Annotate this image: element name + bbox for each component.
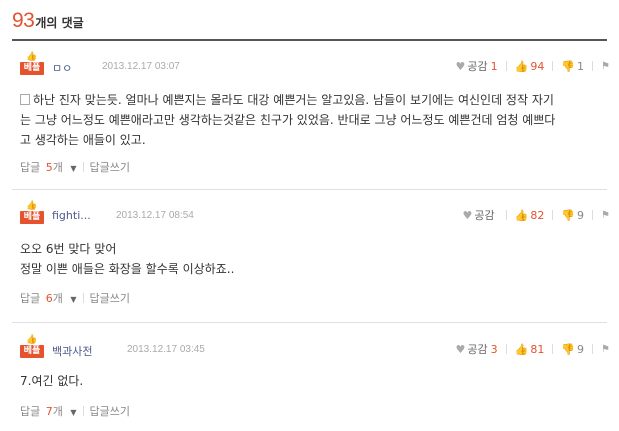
- comment-actions: ♥ 공감 3 👍 81 👎 9 ⚑: [456, 341, 611, 357]
- caret-down-icon: ▼: [70, 408, 77, 417]
- like-button[interactable]: 👍 81: [515, 343, 545, 356]
- footer-divider: [82, 162, 84, 172]
- report-icon[interactable]: ⚑: [601, 210, 610, 221]
- action-divider: [505, 344, 507, 354]
- comments-header: 93 개의 댓글: [12, 9, 84, 37]
- like-button[interactable]: 👍 94: [515, 60, 545, 73]
- dislike-icon: 👎: [561, 59, 576, 73]
- comment-author[interactable]: 백과사전: [52, 343, 92, 359]
- report-icon[interactable]: ⚑: [601, 344, 610, 355]
- write-reply-button[interactable]: 답글쓰기: [90, 159, 130, 175]
- thumbs-up-icon: 👍: [26, 335, 38, 345]
- memo-icon: [20, 94, 30, 105]
- comment-author[interactable]: fighti...: [52, 209, 91, 222]
- comment-meta: 👍 베플 fighti... 2013.12.17 08:54 ♥ 공감 👍 8…: [20, 201, 611, 225]
- comment-footer: 답글 7개 ▼ 답글쓰기: [20, 404, 130, 418]
- comment-actions: ♥ 공감 👍 82 👎 9 ⚑: [463, 207, 611, 223]
- thumbs-up-icon: 👍: [26, 201, 38, 211]
- comment-date: 2013.12.17 03:45: [127, 344, 205, 355]
- heart-icon: ♥: [462, 208, 473, 222]
- action-divider: [592, 61, 594, 71]
- comment-body: 오오 6번 맞다 맞어 정말 이쁜 애들은 화장을 할수록 이상하죠..: [20, 242, 235, 276]
- dislike-icon: 👎: [561, 342, 576, 356]
- comment-body: 7.여긴 없다.: [20, 374, 84, 388]
- reply-toggle[interactable]: 답글 7개 ▼: [20, 403, 77, 419]
- action-divider: [552, 210, 554, 220]
- comment-footer: 답글 6개 ▼ 답글쓰기: [20, 291, 130, 305]
- comment-meta: 👍 베플 ㅁㅇ 2013.12.17 03:07 ♥ 공감 1 👍 94 👎 1…: [20, 52, 611, 76]
- comment-date: 2013.12.17 08:54: [116, 210, 194, 221]
- caret-down-icon: ▼: [70, 295, 77, 304]
- heart-icon: ♥: [455, 342, 466, 356]
- empathy-button[interactable]: ♥ 공감 3: [456, 341, 498, 357]
- caret-down-icon: ▼: [70, 164, 77, 173]
- footer-divider: [82, 293, 84, 303]
- like-icon: 👍: [514, 208, 529, 222]
- action-divider: [552, 61, 554, 71]
- footer-divider: [82, 406, 84, 416]
- comment-actions: ♥ 공감 1 👍 94 👎 1 ⚑: [456, 58, 611, 74]
- action-divider: [505, 210, 507, 220]
- write-reply-button[interactable]: 답글쓰기: [90, 290, 130, 306]
- heart-icon: ♥: [455, 59, 466, 73]
- like-icon: 👍: [514, 342, 529, 356]
- dislike-button[interactable]: 👎 9: [561, 209, 584, 222]
- action-divider: [592, 210, 594, 220]
- like-icon: 👍: [514, 59, 529, 73]
- comment-count: 93: [12, 9, 35, 32]
- best-badge: 👍 베플: [20, 52, 44, 76]
- dislike-button[interactable]: 👎 1: [561, 60, 584, 73]
- comment-meta: 👍 베플 백과사전 2013.12.17 03:45 ♥ 공감 3 👍 81 👎…: [20, 335, 611, 359]
- comment-item: 👍 베플 백과사전 2013.12.17 03:45 ♥ 공감 3 👍 81 👎…: [12, 335, 611, 431]
- comment-body: 하난 진자 맞는듯. 얼마나 예쁜지는 몰라도 대강 예쁜거는 알고있음. 남들…: [20, 93, 556, 147]
- comment-item: 👍 베플 ㅁㅇ 2013.12.17 03:07 ♥ 공감 1 👍 94 👎 1…: [12, 52, 611, 190]
- thumbs-up-icon: 👍: [26, 52, 38, 62]
- best-badge: 👍 베플: [20, 201, 44, 225]
- action-divider: [505, 61, 507, 71]
- comment-date: 2013.12.17 03:07: [102, 61, 180, 72]
- header-divider: [12, 39, 607, 41]
- comment-item: 👍 베플 fighti... 2013.12.17 08:54 ♥ 공감 👍 8…: [12, 201, 611, 323]
- like-button[interactable]: 👍 82: [515, 209, 545, 222]
- write-reply-button[interactable]: 답글쓰기: [90, 403, 130, 419]
- comment-count-label: 개의 댓글: [35, 16, 84, 30]
- dislike-button[interactable]: 👎 9: [561, 343, 584, 356]
- empathy-button[interactable]: ♥ 공감 1: [456, 58, 498, 74]
- reply-toggle[interactable]: 답글 6개 ▼: [20, 290, 77, 306]
- dislike-icon: 👎: [561, 208, 576, 222]
- report-icon[interactable]: ⚑: [601, 61, 610, 72]
- empathy-button[interactable]: ♥ 공감: [463, 207, 498, 223]
- action-divider: [592, 344, 594, 354]
- comment-footer: 답글 5개 ▼ 답글쓰기: [20, 160, 130, 174]
- best-badge: 👍 베플: [20, 335, 44, 359]
- comment-author[interactable]: ㅁㅇ: [52, 60, 72, 76]
- reply-toggle[interactable]: 답글 5개 ▼: [20, 159, 77, 175]
- action-divider: [552, 344, 554, 354]
